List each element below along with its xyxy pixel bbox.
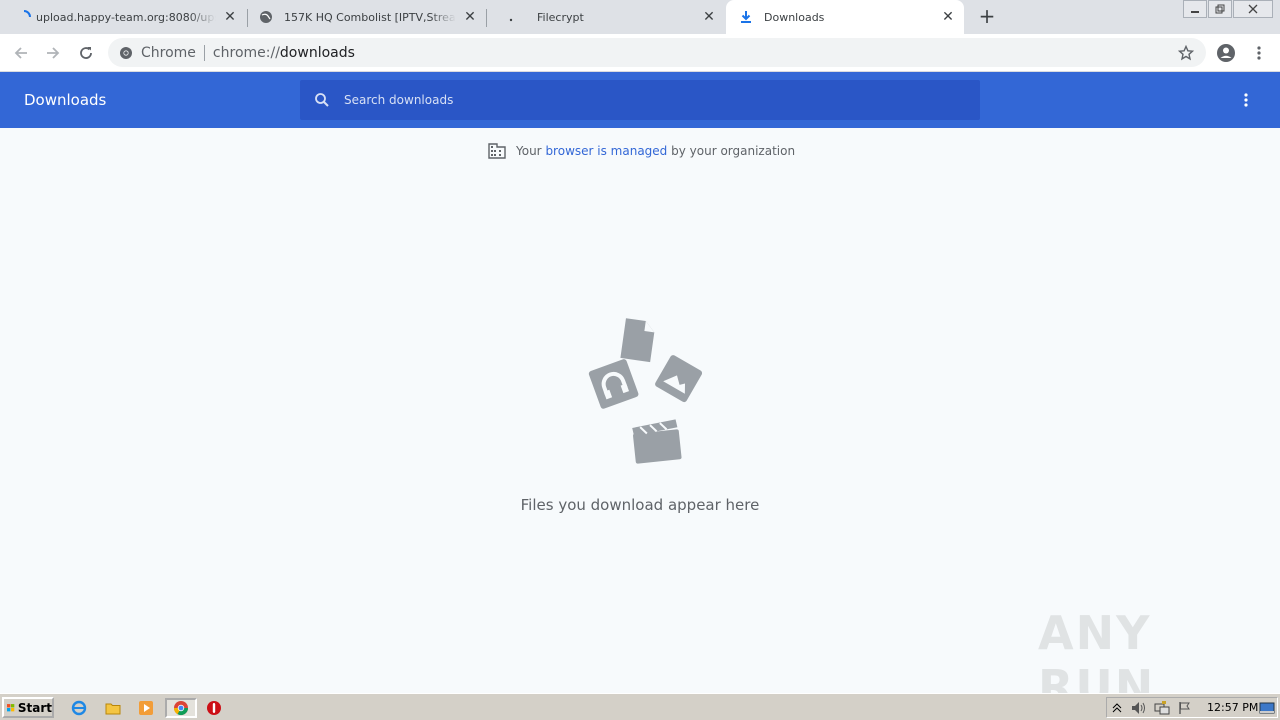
- document-icon: [620, 318, 655, 363]
- red-shield-icon: [207, 701, 221, 715]
- tab-title: 157K HQ Combolist [IPTV,Stream,Ga...: [284, 10, 456, 24]
- volume-icon[interactable]: [1131, 701, 1147, 715]
- close-icon[interactable]: ✕: [220, 7, 240, 27]
- reload-icon: [80, 47, 92, 59]
- download-icon: [738, 9, 754, 25]
- tab-combolist[interactable]: 157K HQ Combolist [IPTV,Stream,Ga... ✕: [248, 0, 486, 34]
- dot-icon: [503, 9, 519, 25]
- managed-link[interactable]: browser is managed: [545, 144, 667, 158]
- chrome-logo-icon: [120, 46, 132, 59]
- image-icon: [655, 355, 702, 403]
- minimize-icon: [1191, 11, 1199, 13]
- star-icon: [1178, 45, 1194, 61]
- network-icon[interactable]: [1154, 700, 1170, 715]
- start-label: Start: [17, 700, 52, 715]
- taskbar-explorer[interactable]: [102, 698, 124, 718]
- chevron-up-icon[interactable]: [1112, 702, 1122, 714]
- taskbar-ie[interactable]: [68, 698, 90, 718]
- building-icon: [488, 143, 506, 159]
- url-scheme: chrome://: [212, 44, 280, 61]
- video-icon: [632, 419, 682, 464]
- address-bar[interactable]: Chrome chrome:// downloads: [108, 38, 1206, 67]
- media-player-icon: [139, 701, 153, 715]
- vertical-dots-icon: [1257, 46, 1261, 60]
- search-icon: [315, 93, 329, 107]
- tab-upload[interactable]: upload.happy-team.org:8080/upser... ✕: [0, 0, 246, 34]
- internet-explorer-icon: [71, 700, 87, 716]
- close-icon[interactable]: ✕: [938, 7, 958, 27]
- audio-icon: [588, 359, 639, 409]
- close-icon[interactable]: ✕: [699, 7, 719, 27]
- search-box[interactable]: [300, 80, 980, 120]
- downloads-header: Downloads: [0, 72, 1280, 128]
- taskbar: Start 12:57 PM: [0, 693, 1280, 720]
- show-desktop-icon[interactable]: [1259, 701, 1275, 715]
- tab-title: upload.happy-team.org:8080/upser...: [36, 10, 216, 24]
- managed-notice: Your browser is managed by your organiza…: [488, 141, 795, 161]
- forward-arrow-icon: [47, 47, 60, 59]
- back-button[interactable]: [8, 40, 34, 66]
- chrome-menu-button[interactable]: [1246, 40, 1272, 66]
- taskbar-opera[interactable]: [203, 698, 225, 718]
- new-tab-button[interactable]: +: [976, 4, 998, 28]
- search-input[interactable]: [342, 92, 942, 108]
- start-button[interactable]: Start: [2, 697, 54, 718]
- taskbar-chrome[interactable]: [165, 698, 197, 718]
- close-window-icon: [1248, 4, 1258, 14]
- downloads-menu-button[interactable]: [1236, 90, 1256, 110]
- restore-icon: [1215, 4, 1225, 14]
- minimize-button[interactable]: [1183, 0, 1207, 18]
- folder-icon: [105, 703, 121, 715]
- loading-spinner-icon: [16, 9, 32, 25]
- empty-state-message: Files you download appear here: [520, 496, 760, 514]
- close-icon[interactable]: ✕: [460, 7, 480, 27]
- clock: 12:57 PM: [1207, 701, 1259, 714]
- managed-prefix: Your: [516, 144, 546, 158]
- tab-strip: upload.happy-team.org:8080/upser... ✕ 15…: [0, 0, 1280, 34]
- chrome-icon: [173, 701, 189, 716]
- forward-button[interactable]: [40, 40, 66, 66]
- tab-filecrypt[interactable]: Filecrypt ✕: [487, 0, 725, 34]
- system-tray: 12:57 PM: [1106, 697, 1278, 718]
- tab-downloads[interactable]: Downloads ✕: [726, 0, 964, 34]
- url-host: downloads: [279, 44, 355, 61]
- tab-title: Filecrypt: [537, 10, 584, 24]
- vertical-dots-icon: [1244, 93, 1248, 107]
- page-chip-label: Chrome: [141, 44, 196, 61]
- page-title: Downloads: [24, 91, 107, 109]
- globe-icon: [258, 9, 274, 25]
- windows-flag-icon: [7, 703, 15, 711]
- taskbar-media-player[interactable]: [135, 698, 157, 718]
- reload-button[interactable]: [73, 40, 99, 66]
- browser-toolbar: Chrome chrome:// downloads: [0, 34, 1280, 72]
- account-icon: [1217, 44, 1235, 62]
- action-center-flag-icon[interactable]: [1178, 701, 1192, 715]
- back-arrow-icon: [14, 47, 27, 59]
- bookmark-star-button[interactable]: [1173, 40, 1199, 66]
- profile-button[interactable]: [1213, 40, 1239, 66]
- empty-downloads-illustration: [588, 318, 702, 464]
- restore-button[interactable]: [1208, 0, 1232, 18]
- omnibox-divider: [203, 44, 205, 61]
- close-window-button[interactable]: [1233, 0, 1273, 18]
- managed-suffix: by your organization: [667, 144, 796, 158]
- tab-title: Downloads: [764, 10, 825, 24]
